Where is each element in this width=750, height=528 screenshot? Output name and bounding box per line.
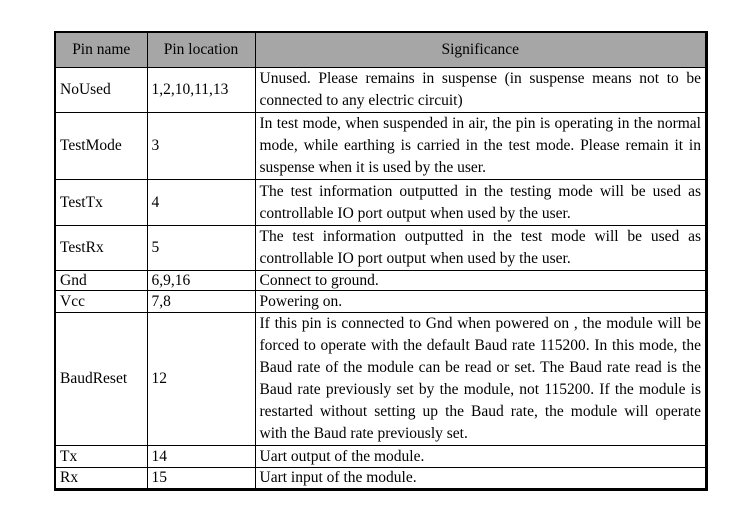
pin-location-cell: 4 [146, 179, 256, 226]
table-row: BaudReset 12 If this pin is connected to… [56, 312, 705, 446]
significance-cell: The test information outputted in the te… [254, 225, 705, 271]
pin-name-cell: Rx [56, 467, 148, 488]
significance-cell: If this pin is connected to Gnd when pow… [254, 312, 705, 446]
table-row: Tx 14 Uart output of the module. [56, 445, 705, 468]
header-row: Pin name Pin location Significance [56, 33, 705, 68]
table-row: NoUsed 1,2,10,11,13 Unused. Please remai… [56, 67, 705, 113]
pin-location-cell: 5 [146, 225, 256, 271]
pin-name-cell: Vcc [56, 290, 148, 313]
significance-cell: Uart input of the module. [254, 467, 705, 488]
pin-name-cell: NoUsed [56, 67, 148, 113]
table-row: TestRx 5 The test information outputted … [56, 225, 705, 271]
pin-location-cell: 1,2,10,11,13 [146, 67, 256, 113]
pin-name-cell: TestTx [56, 179, 148, 226]
pin-name-cell: Gnd [56, 270, 148, 291]
header-pin-location: Pin location [146, 33, 256, 68]
pin-name-cell: BaudReset [56, 312, 148, 446]
pin-location-cell: 15 [146, 467, 256, 488]
significance-cell: Powering on. [254, 290, 705, 313]
significance-cell: Unused. Please remains in suspense (in s… [254, 67, 705, 113]
pin-location-cell: 3 [146, 112, 256, 180]
table-row: Vcc 7,8 Powering on. [56, 290, 705, 313]
significance-cell: The test information outputted in the te… [254, 179, 705, 226]
pin-location-cell: 7,8 [146, 290, 256, 313]
header-significance: Significance [254, 33, 705, 68]
table-header: Pin name Pin location Significance [56, 33, 705, 68]
pin-name-cell: Tx [56, 445, 148, 468]
header-pin-name: Pin name [56, 33, 148, 68]
table-row: Gnd 6,9,16 Connect to ground. [56, 270, 705, 291]
table-body: NoUsed 1,2,10,11,13 Unused. Please remai… [56, 67, 705, 488]
table-row: TestMode 3 In test mode, when suspended … [56, 112, 705, 180]
pin-location-cell: 6,9,16 [146, 270, 256, 291]
pin-name-cell: TestRx [56, 225, 148, 271]
pin-location-cell: 14 [146, 445, 256, 468]
pin-name-cell: TestMode [56, 112, 148, 180]
significance-cell: In test mode, when suspended in air, the… [254, 112, 705, 180]
significance-cell: Uart output of the module. [254, 445, 705, 468]
table-row: Rx 15 Uart input of the module. [56, 467, 705, 488]
table-row: TestTx 4 The test information outputted … [56, 179, 705, 226]
significance-cell: Connect to ground. [254, 270, 705, 291]
pin-location-cell: 12 [146, 312, 256, 446]
pin-definition-table: Pin name Pin location Significance NoUse… [56, 33, 705, 488]
pin-table-container: Pin name Pin location Significance NoUse… [54, 31, 708, 491]
